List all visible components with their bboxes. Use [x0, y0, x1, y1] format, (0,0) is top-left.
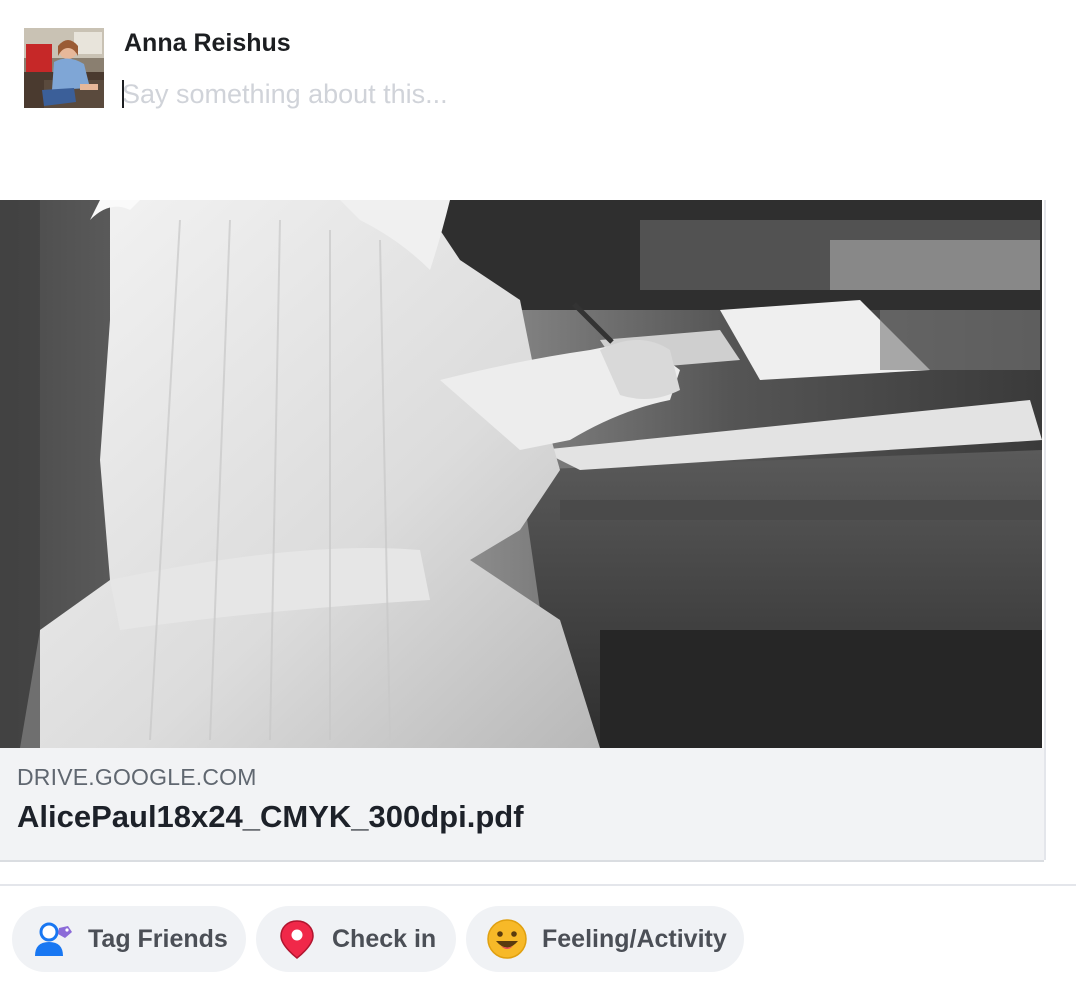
feeling-activity-button[interactable]: Feeling/Activity	[466, 906, 744, 972]
post-composer: Anna Reishus Say something about this...…	[0, 0, 1076, 990]
avatar[interactable]	[24, 28, 104, 108]
location-pin-icon	[276, 918, 318, 960]
link-meta: DRIVE.GOOGLE.COM AlicePaul18x24_CMYK_300…	[0, 748, 1044, 862]
link-domain: DRIVE.GOOGLE.COM	[17, 764, 257, 790]
smiley-icon	[486, 918, 528, 960]
link-title: AlicePaul18x24_CMYK_300dpi.pdf	[17, 799, 524, 834]
user-name[interactable]: Anna Reishus	[124, 28, 291, 58]
divider	[0, 884, 1076, 886]
check-in-button[interactable]: Check in	[256, 906, 456, 972]
status-input[interactable]	[122, 76, 1022, 112]
preview-image	[0, 200, 1042, 748]
tag-friends-button[interactable]: Tag Friends	[12, 906, 246, 972]
tag-friends-label: Tag Friends	[88, 924, 228, 953]
feeling-activity-label: Feeling/Activity	[542, 924, 727, 953]
tag-friends-icon	[32, 918, 74, 960]
link-preview-card[interactable]: DRIVE.GOOGLE.COM AlicePaul18x24_CMYK_300…	[0, 200, 1046, 862]
text-caret	[122, 80, 124, 108]
check-in-label: Check in	[332, 924, 437, 953]
